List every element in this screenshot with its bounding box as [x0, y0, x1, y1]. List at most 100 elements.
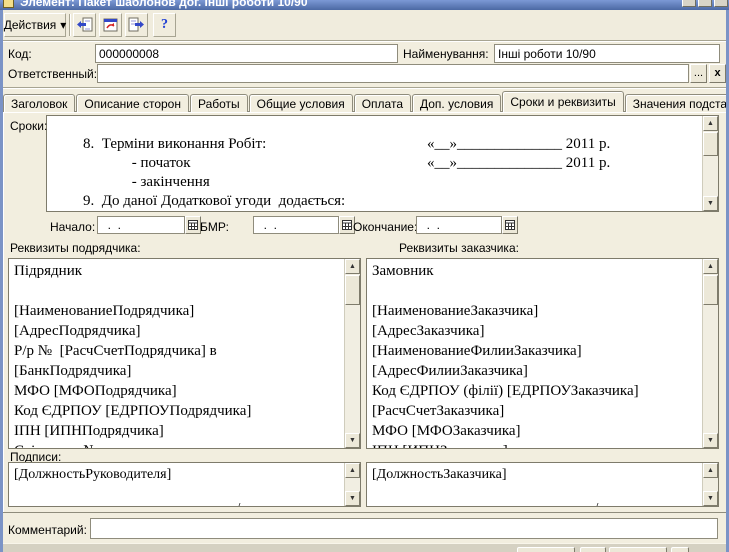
contractor-signature-textarea[interactable]: [ДолжностьРуководителя] ________________…: [8, 462, 361, 507]
refresh-grid-icon: [103, 17, 119, 33]
scroll-up-icon[interactable]: ▲: [703, 116, 718, 131]
customer-requisites-textarea[interactable]: Замовник [НаименованиеЗаказчика] [АдресЗ…: [366, 258, 719, 449]
sroki-line: - початок «__»______________ 2011 р.: [47, 135, 702, 154]
text-line: [372, 281, 697, 301]
bottom-button-partial[interactable]: [671, 547, 689, 552]
sroki-content: 8. Терміни виконання Робіт: - початок «_…: [47, 116, 702, 211]
sroki-line-blank: «__»______________ 2011 р.: [427, 135, 610, 154]
tab-dop-usloviya[interactable]: Доп. условия: [412, 94, 501, 112]
contractor-signature-scrollbar[interactable]: ▲ ▼: [344, 463, 360, 506]
text-line: ________________ /_____________: [14, 501, 339, 506]
tab-raboty[interactable]: Работы: [190, 94, 248, 112]
comment-input[interactable]: [90, 518, 718, 539]
customer-signature-textarea[interactable]: [ДолжностьЗаказчика] ________________ /_…: [366, 462, 719, 507]
scroll-down-icon[interactable]: ▼: [345, 491, 360, 506]
responsible-label: Ответственный:: [8, 67, 97, 81]
calendar-icon: [505, 220, 515, 230]
tabstrip: Заголовок Описание сторон Работы Общие у…: [3, 92, 729, 112]
scroll-down-icon[interactable]: ▼: [345, 433, 360, 448]
sroki-line-blank: «__»______________ 2011 р.: [427, 154, 610, 173]
bottom-button-partial[interactable]: [609, 547, 667, 552]
responsible-input[interactable]: [97, 64, 689, 83]
text-line: [РасчСчетЗаказчика]: [372, 401, 697, 421]
scroll-up-icon[interactable]: ▲: [703, 463, 718, 478]
text-line: [АдресПодрядчика]: [14, 321, 339, 341]
end-date-label: Окончание:: [353, 220, 417, 234]
scroll-thumb[interactable]: [345, 275, 360, 305]
tab-obshchie-usloviya[interactable]: Общие условия: [249, 94, 353, 112]
contractor-requisites-label: Реквизиты подрядчика:: [10, 241, 141, 255]
scroll-thumb[interactable]: [703, 275, 718, 305]
maximize-button[interactable]: [698, 0, 712, 7]
goto-previous-button[interactable]: [73, 13, 96, 37]
scroll-up-icon[interactable]: ▲: [345, 463, 360, 478]
bottom-button-partial[interactable]: [580, 547, 606, 552]
scroll-down-icon[interactable]: ▼: [703, 491, 718, 506]
sroki-textarea[interactable]: 8. Терміни виконання Робіт: - початок «_…: [46, 115, 719, 212]
customer-requisites-content: Замовник [НаименованиеЗаказчика] [АдресЗ…: [367, 259, 702, 448]
customer-signature-scrollbar[interactable]: ▲ ▼: [702, 463, 718, 506]
text-line: [АдресЗаказчика]: [372, 321, 697, 341]
customer-scrollbar[interactable]: ▲ ▼: [702, 259, 718, 448]
text-line: [НаименованиеЗаказчика]: [372, 301, 697, 321]
sroki-line: 9. До даної Додаткової угоди додається:: [47, 173, 702, 192]
bmr-date-input[interactable]: [253, 216, 339, 234]
close-button[interactable]: [714, 0, 728, 7]
clear-x-icon: x: [714, 67, 720, 79]
responsible-clear-button[interactable]: x: [709, 64, 726, 83]
customer-signature-content: [ДолжностьЗаказчика] ________________ /_…: [367, 463, 702, 506]
text-line: [НаименованиеПодрядчика]: [14, 301, 339, 321]
tab-oplata[interactable]: Оплата: [354, 94, 411, 112]
actions-menu-button[interactable]: Действия ▾: [4, 13, 66, 37]
goto-next-button[interactable]: [125, 13, 148, 37]
titlebar[interactable]: Элемент: Пакет шаблонов дог. Інші роботи…: [0, 0, 729, 10]
scroll-down-icon[interactable]: ▼: [703, 196, 718, 211]
tab-opisanie-storon[interactable]: Описание сторон: [76, 94, 189, 112]
reread-button[interactable]: [99, 13, 122, 37]
actions-menu-label: Действия: [4, 18, 57, 32]
sroki-label: Сроки:: [10, 119, 47, 133]
text-line: Код ЄДРПОУ [ЕДРПОУПодрядчика]: [14, 401, 339, 421]
calendar-icon: [188, 220, 198, 230]
bottom-button-partial[interactable]: [517, 547, 575, 552]
start-date-calendar-button[interactable]: [185, 216, 201, 234]
start-date-input[interactable]: [97, 216, 185, 234]
window-frame-left: [0, 10, 3, 552]
responsible-select-button[interactable]: ...: [690, 64, 707, 83]
tab-znacheniya-podstanovki[interactable]: Значения подстановки: [625, 94, 729, 112]
contractor-signature-content: [ДолжностьРуководителя] ________________…: [9, 463, 344, 506]
sroki-line: 8. Терміни виконання Робіт:: [47, 116, 702, 135]
sroki-line: - кошторисний розрахунок;: [47, 192, 702, 211]
end-date-calendar-button[interactable]: [502, 216, 518, 234]
window-title: Элемент: Пакет шаблонов дог. Інші роботи…: [20, 0, 308, 9]
tab-zagolovok[interactable]: Заголовок: [3, 94, 75, 112]
scroll-up-icon[interactable]: ▲: [703, 259, 718, 274]
text-line: [ДолжностьРуководителя]: [14, 465, 339, 485]
toolbar-separator: [69, 14, 71, 36]
sroki-scrollbar[interactable]: ▲ ▼: [702, 116, 718, 211]
contractor-requisites-content: Підрядник [НаименованиеПодрядчика] [Адре…: [9, 259, 344, 448]
document-arrow-left-icon: [76, 17, 93, 33]
scroll-up-icon[interactable]: ▲: [345, 259, 360, 274]
contractor-requisites-textarea[interactable]: Підрядник [НаименованиеПодрядчика] [Адре…: [8, 258, 361, 449]
scroll-down-icon[interactable]: ▼: [703, 433, 718, 448]
text-line: [ДолжностьЗаказчика]: [372, 465, 697, 485]
text-line: ІПН [ИПНЗаказчика]: [372, 441, 697, 448]
name-input[interactable]: [494, 44, 720, 63]
text-line: Свідоцтво №: [14, 441, 339, 448]
tab-sroki-i-rekvizity[interactable]: Сроки и реквизиты: [502, 91, 623, 112]
code-input[interactable]: [95, 44, 398, 63]
name-label: Найменування:: [403, 47, 489, 61]
text-line: МФО [МФОЗаказчика]: [372, 421, 697, 441]
text-line: Р/р № [РасчСчетПодрядчика] в: [14, 341, 339, 361]
comment-label: Комментарий:: [8, 523, 87, 537]
contractor-scrollbar[interactable]: ▲ ▼: [344, 259, 360, 448]
text-line: Код ЄДРПОУ (філії) [ЕДРПОУЗаказчика]: [372, 381, 697, 401]
text-line: [НаименованиеФилииЗаказчика]: [372, 341, 697, 361]
end-date-input[interactable]: [416, 216, 502, 234]
toolbar: Действия ▾: [0, 10, 729, 41]
minimize-button[interactable]: [682, 0, 696, 7]
help-button[interactable]: ?: [153, 13, 176, 37]
text-line: ІПН [ИПНПодрядчика]: [14, 421, 339, 441]
scroll-thumb[interactable]: [703, 132, 718, 156]
